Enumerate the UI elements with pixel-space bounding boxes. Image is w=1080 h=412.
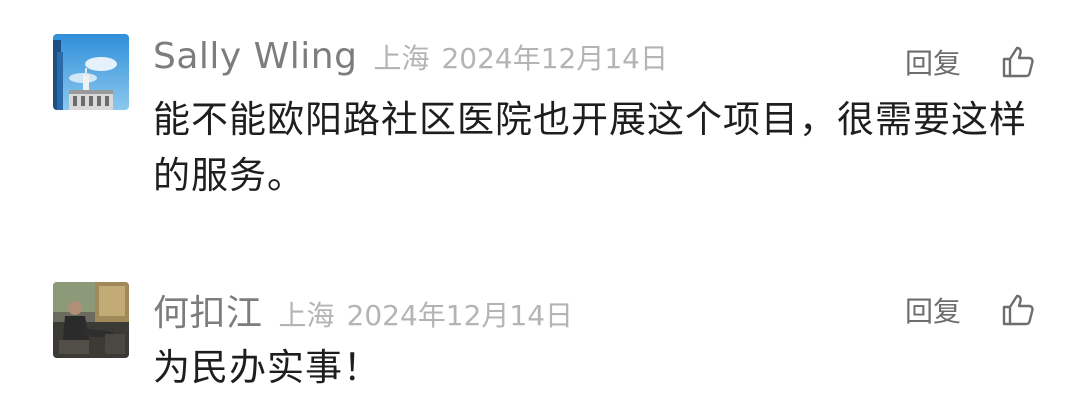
thumbs-up-icon[interactable] bbox=[1001, 45, 1035, 79]
reply-button[interactable]: 回复 bbox=[905, 290, 961, 330]
avatar-image bbox=[53, 282, 129, 358]
comment-header: 何扣江 上海 2024年12月14日 bbox=[153, 284, 573, 336]
avatar[interactable] bbox=[53, 282, 129, 358]
nickname[interactable]: 何扣江 bbox=[153, 284, 263, 336]
reply-button[interactable]: 回复 bbox=[905, 42, 961, 82]
comment-list: Sally Wling 上海 2024年12月14日 回复 能不能欧阳路社区医院… bbox=[0, 0, 1080, 412]
location-label: 上海 bbox=[278, 299, 335, 332]
location-label: 上海 bbox=[373, 42, 430, 75]
comment-actions: 回复 bbox=[905, 42, 1035, 82]
nickname[interactable]: Sally Wling bbox=[153, 36, 357, 77]
date-label: 2024年12月14日 bbox=[346, 299, 574, 332]
thumbs-up-icon[interactable] bbox=[1001, 293, 1035, 327]
comment-text: 为民办实事！ bbox=[153, 346, 381, 389]
avatar-image bbox=[53, 34, 129, 110]
avatar[interactable] bbox=[53, 34, 129, 110]
comment-header: Sally Wling 上海 2024年12月14日 bbox=[153, 36, 668, 88]
comment-actions: 回复 bbox=[905, 290, 1035, 330]
date-label: 2024年12月14日 bbox=[441, 42, 668, 75]
comment-text: 能不能欧阳路社区医院也开展这个项目，很需要这样的服务。 bbox=[153, 98, 1027, 197]
